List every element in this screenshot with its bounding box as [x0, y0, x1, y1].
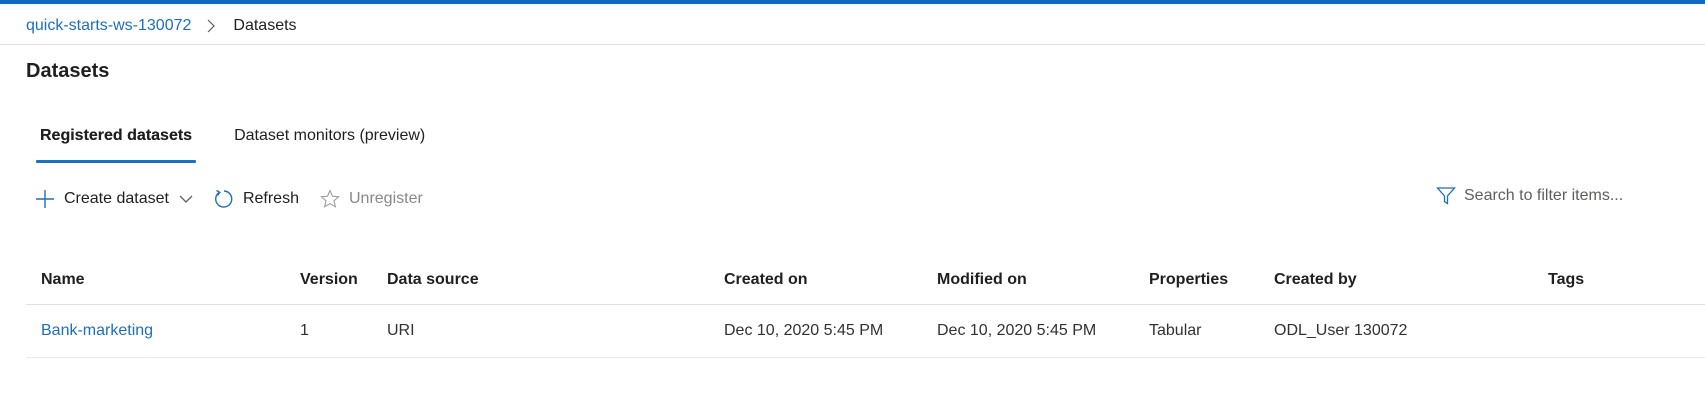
refresh-label: Refresh — [242, 190, 299, 207]
cell-version: 1 — [300, 304, 387, 358]
dataset-name-link[interactable]: Bank-marketing — [41, 322, 153, 339]
tab-label: Registered datasets — [40, 127, 193, 144]
tab-dataset-monitors[interactable]: Dataset monitors (preview) — [232, 124, 427, 163]
cell-properties: Tabular — [1149, 304, 1274, 358]
column-header-tags[interactable]: Tags — [1548, 256, 1705, 305]
table-row[interactable]: Bank-marketing 1 URI Dec 10, 2020 5:45 P… — [26, 304, 1705, 358]
breadcrumb-current: Datasets — [233, 17, 297, 34]
cell-data-source: URI — [387, 304, 724, 358]
column-header-modified-on[interactable]: Modified on — [937, 256, 1149, 305]
cell-name: Bank-marketing — [26, 304, 300, 358]
plus-icon — [34, 188, 56, 210]
refresh-icon — [213, 188, 235, 210]
search-input[interactable]: Search to filter items... — [1464, 187, 1623, 205]
chevron-right-icon — [207, 19, 217, 33]
breadcrumb-workspace-link[interactable]: quick-starts-ws-130072 — [26, 17, 191, 35]
create-dataset-label: Create dataset — [64, 190, 169, 207]
chevron-down-icon[interactable] — [179, 195, 193, 204]
create-dataset-button[interactable]: Create dataset — [34, 188, 193, 210]
column-header-data-source[interactable]: Data source — [387, 256, 724, 305]
tab-label: Dataset monitors (preview) — [234, 127, 426, 144]
page-title: Datasets — [26, 60, 110, 82]
cell-created-by: ODL_User 130072 — [1274, 304, 1548, 358]
cell-tags — [1548, 304, 1705, 358]
column-header-name[interactable]: Name — [26, 256, 300, 305]
toolbar: Create dataset Refresh Unregister — [34, 188, 443, 210]
column-header-created-on[interactable]: Created on — [724, 256, 937, 305]
search-filter[interactable]: Search to filter items... — [1436, 186, 1623, 206]
unregister-label: Unregister — [348, 190, 423, 207]
refresh-button[interactable]: Refresh — [213, 188, 299, 210]
tab-registered-datasets[interactable]: Registered datasets — [35, 124, 197, 163]
column-header-created-by[interactable]: Created by — [1274, 256, 1548, 305]
top-accent-bar — [0, 0, 1705, 4]
column-header-properties[interactable]: Properties — [1149, 256, 1274, 305]
breadcrumb: quick-starts-ws-130072 Datasets — [26, 14, 297, 38]
header-divider — [0, 44, 1705, 45]
cell-modified-on: Dec 10, 2020 5:45 PM — [937, 304, 1149, 358]
unregister-button[interactable]: Unregister — [319, 188, 423, 210]
star-icon — [319, 188, 341, 210]
tab-list: Registered datasets Dataset monitors (pr… — [35, 124, 465, 163]
cell-created-on: Dec 10, 2020 5:45 PM — [724, 304, 937, 358]
datasets-table: Name Version Data source Created on Modi… — [26, 256, 1705, 358]
table-header-row: Name Version Data source Created on Modi… — [26, 256, 1705, 305]
column-header-version[interactable]: Version — [300, 256, 387, 305]
filter-icon — [1436, 186, 1456, 206]
